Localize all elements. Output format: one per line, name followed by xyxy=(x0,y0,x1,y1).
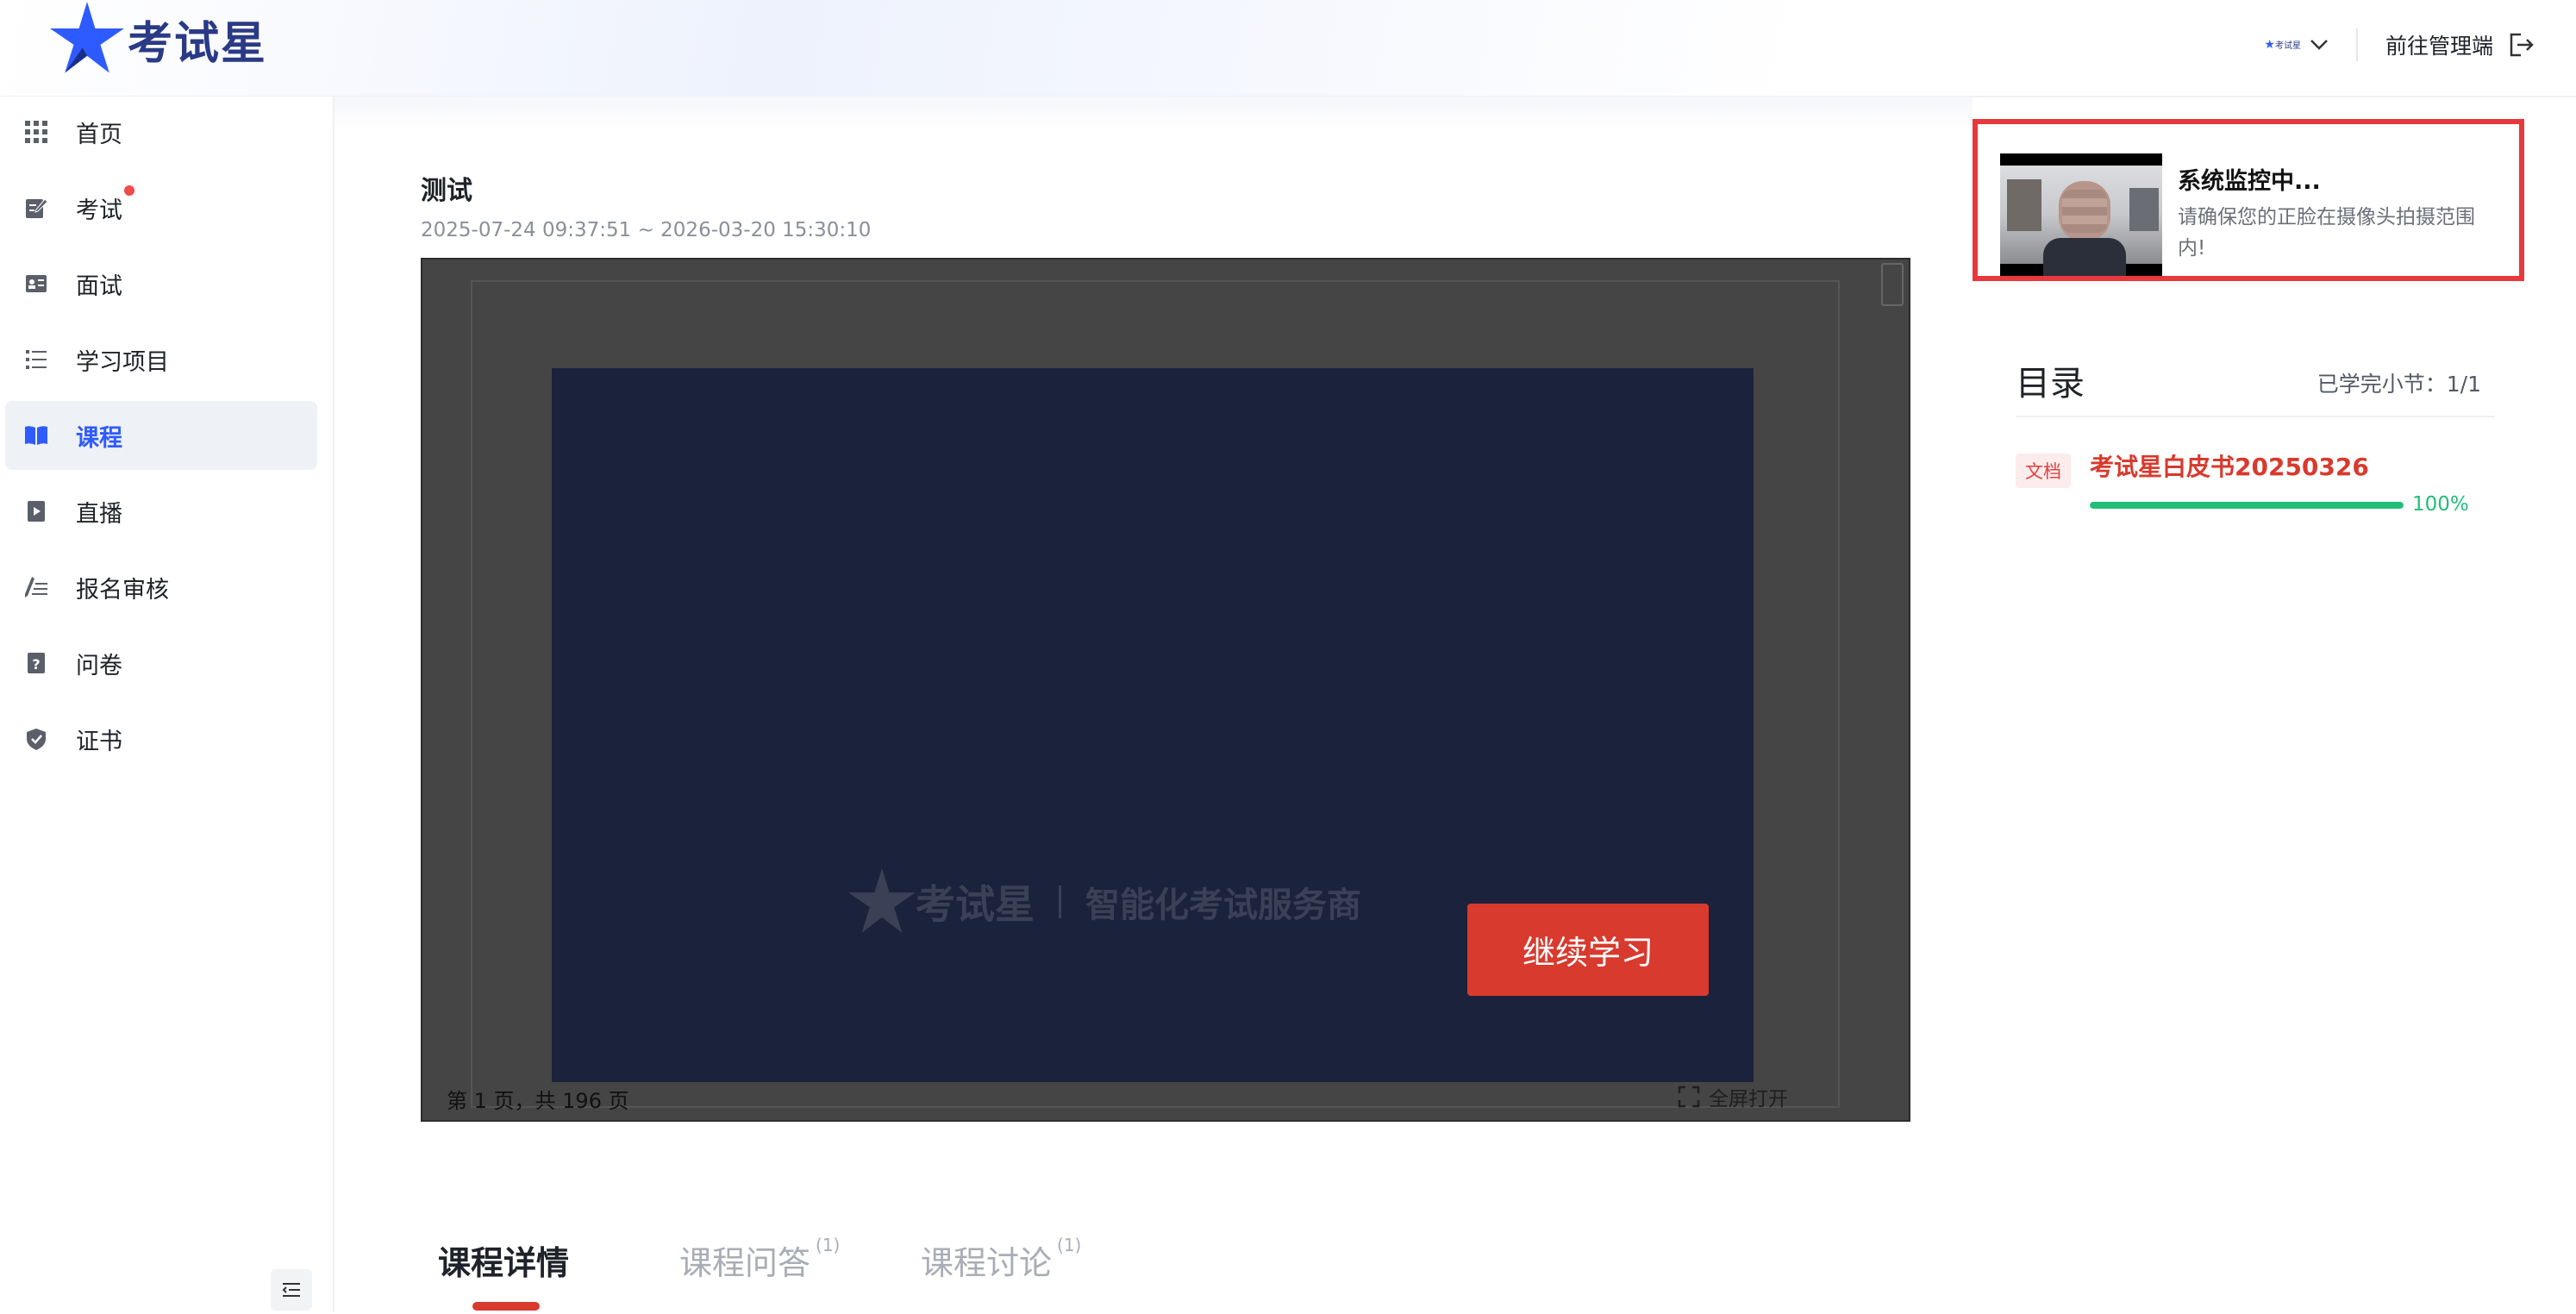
top-header: 考试星 ★考试星 前往管理端 xyxy=(0,0,2576,97)
org-switcher[interactable]: ★考试星 xyxy=(2264,38,2329,52)
go-to-admin-link[interactable]: 前往管理端 xyxy=(2385,29,2535,60)
tab-label: 课程讨论 xyxy=(921,1244,1053,1282)
toc-title: 目录 xyxy=(2016,364,2085,404)
sidebar-item-certificate[interactable]: 证书 xyxy=(5,704,317,773)
org-name: 考试星 xyxy=(2274,41,2301,51)
sidebar-item-label: 考试 xyxy=(76,197,122,224)
svg-text:?: ? xyxy=(32,656,40,673)
questionnaire-icon: ? xyxy=(22,649,50,677)
active-tab-indicator xyxy=(472,1302,540,1311)
live-play-icon xyxy=(22,497,50,525)
watermark-brand: 考试星 xyxy=(916,881,1035,928)
collapse-sidebar-button[interactable] xyxy=(271,1269,312,1311)
toc-progress-fill xyxy=(2090,502,2404,509)
tab-label: 课程详情 xyxy=(438,1244,570,1282)
fullscreen-button[interactable]: 全屏打开 xyxy=(1678,1082,1788,1111)
chevron-down-icon xyxy=(2310,40,2328,50)
toc-progress-text: 100% xyxy=(2412,493,2469,516)
tab-count: (1) xyxy=(816,1235,841,1255)
fullscreen-label: 全屏打开 xyxy=(1709,1088,1788,1111)
sidebar: 首页 考试 面试 学习项目 课程 直播 报名审核 ? 问卷 证书 xyxy=(0,97,335,1312)
star-logo-icon xyxy=(848,868,916,933)
watermark-separator xyxy=(1059,885,1061,918)
sidebar-item-home[interactable]: 首页 xyxy=(5,97,317,166)
proctor-monitor-panel: 系统监控中... 请确保您的正脸在摄像头拍摄范围内! xyxy=(1973,119,2524,281)
monitor-description: 请确保您的正脸在摄像头拍摄范围内! xyxy=(2178,206,2475,260)
header-divider xyxy=(2355,28,2358,61)
tab-label: 课程问答 xyxy=(679,1244,811,1282)
tab-count: (1) xyxy=(1057,1235,1082,1255)
page-indicator: 第 1 页，共 196 页 xyxy=(447,1089,629,1113)
shield-certificate-icon xyxy=(22,725,50,753)
toc-item-title: 考试星白皮书20250326 xyxy=(2090,453,2369,481)
tab-course-discussion[interactable]: 课程讨论 (1) xyxy=(921,1235,1082,1284)
sidebar-item-label: 证书 xyxy=(76,728,122,755)
continue-learning-button[interactable]: 继续学习 xyxy=(1467,904,1709,996)
watermark-slogan: 智能化考试服务商 xyxy=(1085,885,1361,925)
logo-text: 考试星 xyxy=(128,17,268,70)
viewer-scrollbar[interactable] xyxy=(1881,263,1904,306)
logout-icon xyxy=(2510,33,2534,57)
toc-divider xyxy=(2016,416,2495,417)
tab-course-details[interactable]: 课程详情 xyxy=(438,1236,570,1311)
tab-course-qa[interactable]: 课程问答 (1) xyxy=(679,1235,841,1284)
sidebar-item-label: 课程 xyxy=(76,424,122,452)
sidebar-item-questionnaire[interactable]: ? 问卷 xyxy=(5,629,317,698)
grid-icon xyxy=(22,118,50,146)
blurred-face xyxy=(2059,181,2110,241)
collapse-menu-icon xyxy=(282,1283,300,1297)
sidebar-item-label: 首页 xyxy=(76,121,122,148)
document-tag: 文档 xyxy=(2016,454,2071,488)
course-title: 测试 xyxy=(421,176,472,206)
notification-dot xyxy=(124,185,134,196)
toc-progress-summary: 已学完小节：1/1 xyxy=(2317,372,2481,397)
document-viewer[interactable]: 考试星 智能化考试服务商 继续学习 第 1 页，共 196 页 全屏打开 xyxy=(421,258,1910,1122)
toc-item[interactable]: 文档 考试星白皮书20250326 100% xyxy=(2016,445,2495,522)
toc-progress-bar xyxy=(2090,502,2404,509)
content-top-fade xyxy=(335,97,1973,131)
star-logo-icon xyxy=(50,2,124,73)
book-icon xyxy=(22,422,50,449)
fullscreen-icon xyxy=(1678,1086,1700,1108)
app-logo[interactable]: 考试星 xyxy=(50,0,267,78)
monitor-title: 系统监控中... xyxy=(2178,168,2321,195)
sidebar-item-label: 直播 xyxy=(76,500,122,528)
sidebar-item-signup-review[interactable]: 报名审核 xyxy=(5,553,317,622)
interview-card-icon xyxy=(22,270,50,297)
sidebar-item-exam[interactable]: 考试 xyxy=(5,173,317,242)
document-watermark: 考试星 智能化考试服务商 xyxy=(848,868,1361,935)
admin-link-label: 前往管理端 xyxy=(2385,34,2493,59)
sidebar-item-live[interactable]: 直播 xyxy=(5,477,317,546)
mini-star-icon: ★ xyxy=(2264,38,2275,52)
sidebar-item-learning-projects[interactable]: 学习项目 xyxy=(5,325,317,394)
sidebar-item-courses[interactable]: 课程 xyxy=(5,401,317,470)
list-icon xyxy=(22,346,50,373)
sidebar-item-label: 报名审核 xyxy=(76,576,169,604)
sidebar-item-interview[interactable]: 面试 xyxy=(5,249,317,318)
course-date-range: 2025-07-24 09:37:51 ~ 2026-03-20 15:30:1… xyxy=(421,219,872,241)
viewer-footer: 第 1 页，共 196 页 全屏打开 xyxy=(422,1077,1909,1120)
exam-edit-icon xyxy=(22,194,50,222)
sidebar-item-label: 面试 xyxy=(76,272,122,300)
webcam-preview xyxy=(2000,153,2162,276)
org-mini-logo: ★考试星 xyxy=(2264,38,2301,52)
sidebar-item-label: 问卷 xyxy=(76,652,122,679)
signup-review-icon xyxy=(22,573,50,601)
sidebar-item-label: 学习项目 xyxy=(76,348,169,376)
